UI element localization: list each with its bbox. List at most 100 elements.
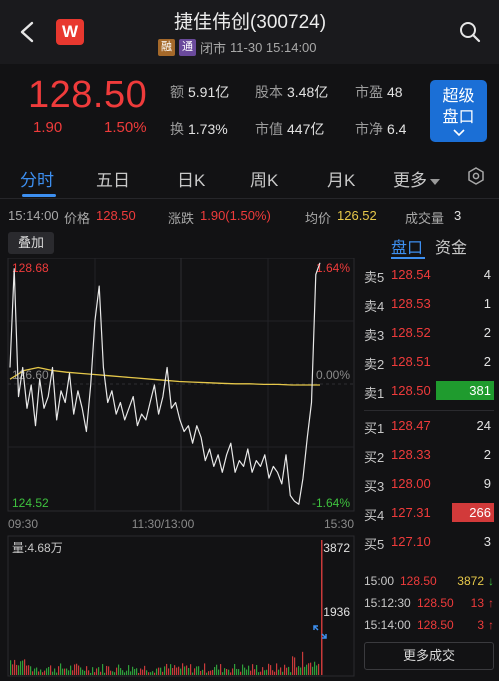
app-logo[interactable]: W	[56, 19, 84, 45]
volume-bar	[158, 667, 160, 675]
order-level-volume: 2	[483, 354, 491, 369]
intraday-chart[interactable]: 128.68 124.52 1.64% -1.64% 0.00% 126.60 …	[0, 258, 362, 681]
volume-bar	[26, 665, 28, 675]
volume-bar	[290, 672, 292, 675]
order-book-row-bid-1[interactable]: 买1 128.47 24	[364, 415, 494, 437]
trade-row: 15:12:30 128.50 13 ↑	[364, 594, 496, 614]
order-book-row-ask-2[interactable]: 卖4 128.53 1	[364, 293, 494, 315]
volume-bar	[264, 670, 266, 675]
order-book-row-bid-3[interactable]: 买3 128.00 9	[364, 473, 494, 495]
tab-weekly-k[interactable]: 周K	[250, 166, 278, 191]
status-datetime: 11-30 15:14:00	[230, 39, 317, 55]
order-book-row-ask-5[interactable]: 卖1 128.50 381	[364, 380, 494, 402]
active-tab-indicator	[22, 194, 56, 197]
turnover-stat: 额 5.91亿	[170, 84, 230, 100]
volume-bar	[194, 668, 196, 675]
current-price: 128.50	[28, 74, 148, 116]
tab-five-day[interactable]: 五日	[96, 166, 130, 191]
hexagon-settings-icon[interactable]	[466, 166, 486, 186]
share-capital-stat: 股本 3.48亿	[255, 84, 329, 100]
back-arrow-icon[interactable]	[16, 20, 40, 44]
volume-bar	[106, 665, 108, 675]
volume-bar	[200, 670, 202, 675]
expand-icon[interactable]	[313, 625, 327, 639]
volume-bar	[34, 668, 36, 675]
order-book-row-ask-1[interactable]: 卖5 128.54 4	[364, 264, 494, 286]
volume-bar	[100, 671, 102, 675]
x-label-close: 15:30	[324, 517, 354, 531]
order-level-price: 127.10	[391, 534, 431, 549]
order-level-label: 买3	[364, 479, 385, 494]
volume-bar	[70, 665, 72, 675]
volume-bar	[168, 668, 170, 675]
order-book-row-bid-5[interactable]: 买5 127.10 3	[364, 531, 494, 553]
volume-bar	[104, 672, 106, 675]
tab-daily-k[interactable]: 日K	[177, 166, 205, 191]
order-level-volume: 2	[483, 325, 491, 340]
volume-bar	[50, 665, 52, 675]
volume-bar	[312, 666, 314, 675]
order-level-price: 128.53	[391, 296, 431, 311]
volume-bar	[92, 667, 94, 675]
volume-bar	[74, 664, 76, 675]
info-change-label: 涨跌	[168, 211, 195, 226]
volume-total-label: 量:4.68万	[12, 541, 63, 555]
trade-volume: 3872	[457, 574, 484, 588]
tab-capital-flow[interactable]: 资金	[435, 234, 467, 258]
volume-bar	[20, 661, 22, 675]
order-level-price: 128.52	[391, 325, 431, 340]
order-level-volume: 381	[469, 383, 491, 398]
trade-time: 15:12:30	[364, 596, 411, 610]
y-zero-pct-label: 0.00%	[316, 368, 350, 382]
volume-bar	[38, 671, 40, 675]
volume-bar	[116, 667, 118, 675]
volume-bar	[138, 672, 140, 675]
volume-bar	[182, 663, 184, 675]
tab-intraday[interactable]: 分时	[20, 166, 54, 191]
volume-bar	[28, 665, 30, 675]
volume-bar	[162, 671, 164, 675]
order-book-row-ask-3[interactable]: 卖3 128.52 2	[364, 322, 494, 344]
volume-bar	[272, 670, 274, 675]
volume-bar	[82, 669, 84, 675]
order-book-row-bid-2[interactable]: 买2 128.33 2	[364, 444, 494, 466]
overlay-button[interactable]: 叠加	[8, 232, 54, 254]
volume-bar	[122, 670, 124, 675]
volume-bar	[256, 664, 258, 675]
super-order-book-button[interactable]: 超级 盘口	[430, 80, 487, 142]
more-trades-button[interactable]: 更多成交	[364, 642, 494, 670]
tab-more[interactable]: 更多	[393, 166, 440, 191]
ask-bid-divider	[364, 410, 494, 411]
search-icon[interactable]	[458, 20, 482, 44]
trade-row: 15:00 128.50 3872 ↓	[364, 572, 496, 592]
order-level-label: 买2	[364, 450, 385, 465]
tab-monthly-k[interactable]: 月K	[327, 166, 355, 191]
tab-order-book[interactable]: 盘口	[391, 234, 423, 258]
volume-bar	[246, 669, 248, 675]
volume-bar	[186, 665, 188, 675]
order-level-price: 128.50	[391, 383, 431, 398]
volume-bar	[10, 660, 12, 675]
volume-bar	[174, 665, 176, 675]
volume-bar	[60, 663, 62, 675]
order-book-row-bid-4[interactable]: 买4 127.31 266	[364, 502, 494, 524]
volume-bar	[302, 651, 304, 675]
order-level-price: 128.47	[391, 418, 431, 433]
volume-bar	[224, 668, 226, 675]
order-level-volume: 9	[483, 476, 491, 491]
info-change: 1.90(1.50%)	[200, 208, 271, 223]
volume-bar	[212, 669, 214, 675]
order-book-row-ask-4[interactable]: 卖2 128.51 2	[364, 351, 494, 373]
info-avg-label: 均价	[305, 211, 332, 226]
super-btn-line2: 盘口	[442, 109, 475, 126]
trade-volume: 3	[477, 618, 484, 632]
volume-bar	[294, 657, 296, 675]
volume-bar	[288, 666, 290, 675]
market-status: 融 通 闭市 11-30 15:14:00	[158, 38, 317, 56]
volume-bar	[172, 668, 174, 675]
volume-bar	[134, 668, 136, 675]
volume-bar	[160, 667, 162, 675]
volume-bar	[254, 669, 256, 675]
volume-bar	[220, 664, 222, 675]
info-price: 128.50	[96, 208, 136, 223]
